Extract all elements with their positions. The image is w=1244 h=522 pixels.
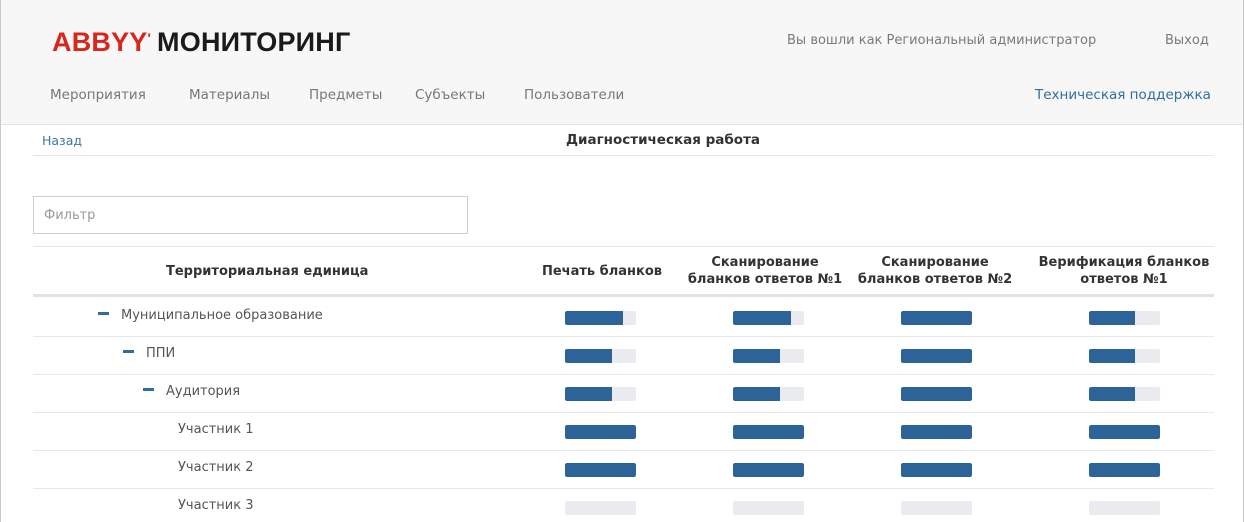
progress-fill	[565, 463, 636, 477]
column-header-line: бланков ответов №1	[687, 272, 843, 287]
progress-fill	[733, 311, 792, 325]
progress-fill	[733, 349, 780, 363]
progress-fill	[1089, 349, 1136, 363]
progress-bar	[565, 387, 636, 401]
column-header-line: Территориальная единица	[166, 264, 369, 279]
back-link[interactable]: Назад	[42, 133, 82, 148]
table-top-border	[33, 246, 1214, 247]
table-row[interactable]: Участник 2	[33, 451, 1214, 489]
progress-fill	[1089, 311, 1136, 325]
progress-fill	[901, 463, 972, 477]
progress-bar	[565, 501, 636, 515]
row-label: Аудитория	[143, 384, 240, 399]
column-header-line: бланков ответов №2	[857, 272, 1013, 287]
progress-fill	[733, 463, 804, 477]
column-header-unit: Территориальная единица	[166, 263, 368, 280]
progress-fill	[901, 311, 972, 325]
progress-fill	[901, 387, 972, 401]
column-header-scan-1: Сканирование бланков ответов №1	[680, 254, 850, 288]
progress-fill	[565, 425, 636, 439]
row-label-text: Участник 3	[178, 498, 254, 513]
progress-fill	[565, 387, 612, 401]
logout-link[interactable]: Выход	[1165, 33, 1209, 48]
nav-item-users[interactable]: Пользователи	[524, 87, 624, 103]
progress-bar	[733, 311, 804, 325]
table-row[interactable]: Аудитория	[33, 375, 1214, 413]
nav-item-subjects[interactable]: Предметы	[309, 87, 382, 103]
collapse-icon[interactable]	[123, 350, 134, 353]
logo-brand: ABBYY	[52, 27, 148, 57]
progress-bar	[901, 463, 972, 477]
nav-item-regions[interactable]: Субъекты	[415, 87, 485, 103]
progress-fill	[1089, 463, 1160, 477]
progress-bar	[901, 425, 972, 439]
row-label-text: Муниципальное образование	[121, 308, 323, 323]
page-title: Диагностическая работа	[566, 132, 761, 148]
progress-bar	[901, 349, 972, 363]
progress-bar	[565, 425, 636, 439]
progress-bar	[1089, 349, 1160, 363]
progress-bar	[901, 311, 972, 325]
row-label: ППИ	[123, 346, 175, 361]
collapse-icon[interactable]	[98, 312, 109, 315]
user-info: Вы вошли как Региональный администратор	[787, 33, 1097, 48]
progress-bar	[733, 387, 804, 401]
table-row[interactable]: Участник 3	[33, 489, 1214, 522]
progress-fill	[1089, 425, 1160, 439]
column-header-print: Печать бланков	[537, 263, 667, 280]
logo-product: МОНИТОРИНГ	[157, 27, 351, 57]
row-label: Участник 1	[178, 422, 254, 437]
row-label: Участник 3	[178, 498, 254, 513]
header: ABBYY' МОНИТОРИНГ Вы вошли как Региональн…	[1, 0, 1243, 125]
progress-fill	[565, 349, 612, 363]
progress-bar	[1089, 425, 1160, 439]
progress-bar	[565, 349, 636, 363]
logo-mark: '	[147, 30, 152, 46]
progress-bar	[1089, 387, 1160, 401]
progress-bar	[1089, 311, 1160, 325]
row-label: Муниципальное образование	[98, 308, 323, 323]
row-label-text: Участник 1	[178, 422, 254, 437]
row-label-text: Аудитория	[166, 384, 241, 399]
row-label: Участник 2	[178, 460, 254, 475]
progress-fill	[1089, 387, 1136, 401]
progress-bar	[733, 463, 804, 477]
progress-fill	[901, 425, 972, 439]
progress-bar	[1089, 501, 1160, 515]
column-header-verify: Верификация бланков ответов №1	[1024, 254, 1224, 288]
table-row[interactable]: ППИ	[33, 337, 1214, 375]
table-header-border	[33, 294, 1214, 297]
column-header-line: Сканирование	[881, 255, 989, 270]
progress-bar	[733, 349, 804, 363]
progress-bar	[565, 311, 636, 325]
progress-fill	[901, 349, 972, 363]
table-row[interactable]: Муниципальное образование	[33, 299, 1214, 337]
collapse-icon[interactable]	[143, 388, 154, 391]
nav-item-materials[interactable]: Материалы	[189, 87, 270, 103]
column-header-line: Печать бланков	[541, 264, 662, 279]
column-header-line: Верификация бланков	[1038, 255, 1210, 270]
progress-bar	[901, 387, 972, 401]
progress-fill	[733, 387, 780, 401]
progress-bar	[1089, 463, 1160, 477]
progress-bar	[733, 425, 804, 439]
nav-item-events[interactable]: Мероприятия	[50, 87, 146, 103]
support-link[interactable]: Техническая поддержка	[1035, 87, 1211, 103]
progress-bar	[565, 463, 636, 477]
column-header-line: Сканирование	[711, 255, 819, 270]
row-label-text: Участник 2	[178, 460, 254, 475]
divider	[33, 155, 1214, 156]
row-label-text: ППИ	[146, 346, 176, 361]
progress-fill	[733, 425, 804, 439]
column-header-line: ответов №1	[1080, 272, 1168, 287]
column-header-scan-2: Сканирование бланков ответов №2	[850, 254, 1020, 288]
progress-bar	[733, 501, 804, 515]
progress-bar	[901, 501, 972, 515]
filter-input[interactable]	[33, 196, 468, 234]
progress-fill	[565, 311, 624, 325]
table-row[interactable]: Участник 1	[33, 413, 1214, 451]
logo: ABBYY' МОНИТОРИНГ	[52, 27, 351, 58]
